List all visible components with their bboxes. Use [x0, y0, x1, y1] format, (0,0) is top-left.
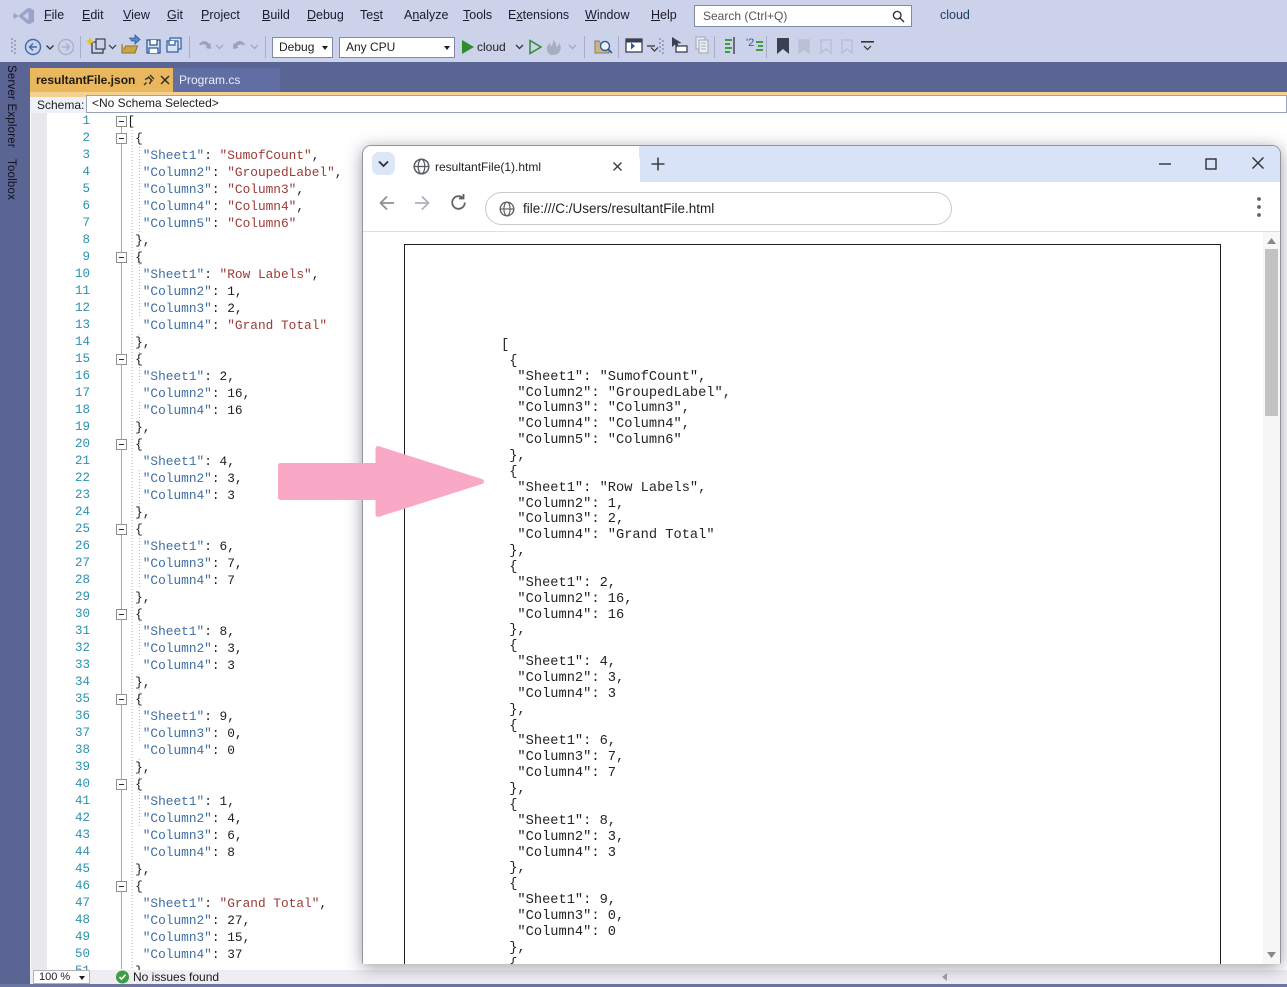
- svg-text:'2: '2: [746, 37, 754, 49]
